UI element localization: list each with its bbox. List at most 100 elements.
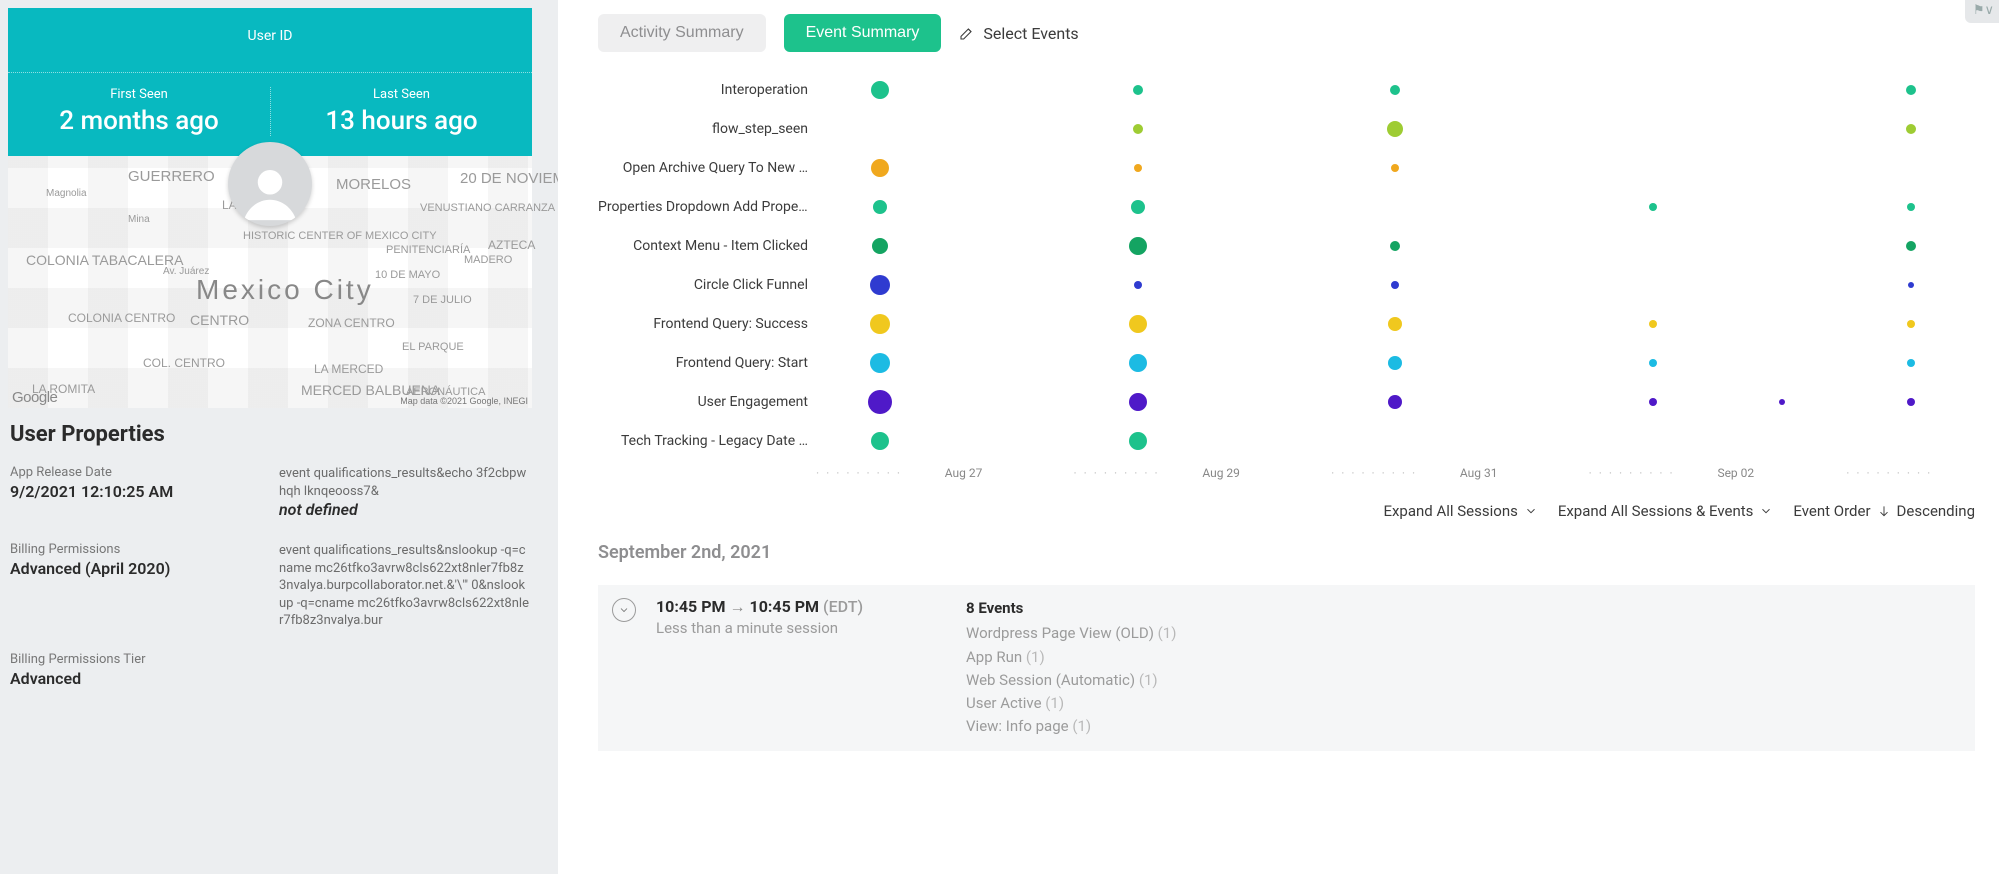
- chart-dot[interactable]: [1779, 399, 1785, 405]
- chart-row-label: Frontend Query: Success: [598, 316, 816, 332]
- session-events: 8 Events Wordpress Page View (OLD) (1)Ap…: [966, 597, 1955, 739]
- chart-dot[interactable]: [1388, 356, 1402, 370]
- session-event-item[interactable]: App Run (1): [966, 646, 1955, 669]
- chart-dot[interactable]: [1134, 164, 1142, 172]
- select-events-button[interactable]: Select Events: [959, 24, 1078, 43]
- chart-row: [816, 191, 1975, 223]
- chart-dot[interactable]: [1649, 203, 1657, 211]
- chart-dot[interactable]: [1134, 281, 1142, 289]
- chevron-down-icon: [1759, 504, 1773, 518]
- property-label: App Release Date: [10, 465, 261, 480]
- chart-dot[interactable]: [1129, 315, 1147, 333]
- property-label: Billing Permissions: [10, 542, 261, 557]
- map-label: MORELOS: [336, 176, 411, 193]
- chart-row: [816, 269, 1975, 301]
- expand-all-sessions[interactable]: Expand All Sessions: [1383, 502, 1537, 520]
- chart-dot[interactable]: [872, 238, 888, 254]
- session-event-item[interactable]: View: Info page (1): [966, 715, 1955, 738]
- right-panel: ⚑∨ Activity Summary Event Summary Select…: [558, 0, 1999, 874]
- map-label: GUERRERO: [128, 168, 215, 185]
- property-cell: event qualifications_results&echo 3f2cbp…: [279, 465, 530, 520]
- chart-row: [816, 113, 1975, 145]
- map-label: MADERO: [464, 254, 512, 266]
- last-seen-value: 13 hours ago: [271, 106, 532, 136]
- window-flag-chip[interactable]: ⚑∨: [1965, 0, 1999, 23]
- chart-row-label: Frontend Query: Start: [598, 355, 816, 371]
- chart-dot[interactable]: [870, 314, 890, 334]
- chart-row-label: Open Archive Query To New …: [598, 160, 816, 176]
- property-value: Advanced (April 2020): [10, 559, 261, 579]
- session-expand-toggle[interactable]: [612, 598, 636, 622]
- map-label: COLONIA TABACALERA: [26, 252, 183, 268]
- session-events-count: 8 Events: [966, 597, 1955, 620]
- avatar: [228, 142, 312, 226]
- chart-dot[interactable]: [1907, 359, 1915, 367]
- chart-dot[interactable]: [1387, 121, 1403, 137]
- chart-dot[interactable]: [1906, 241, 1916, 251]
- session-event-item[interactable]: Web Session (Automatic) (1): [966, 669, 1955, 692]
- chart-dot[interactable]: [1907, 320, 1915, 328]
- chart-dot[interactable]: [1649, 398, 1657, 406]
- chart-dot[interactable]: [1907, 203, 1915, 211]
- chart-row: [816, 386, 1975, 418]
- axis-tick: Aug 31: [1460, 466, 1589, 480]
- chart-dot[interactable]: [1133, 124, 1143, 134]
- tab-event-summary[interactable]: Event Summary: [784, 14, 942, 52]
- chart-dot[interactable]: [1129, 237, 1147, 255]
- property-value: Advanced: [10, 669, 261, 689]
- chart-row: [816, 230, 1975, 262]
- property-label: Billing Permissions Tier: [10, 652, 261, 667]
- pencil-icon: [959, 25, 975, 41]
- chart-dot[interactable]: [1907, 398, 1915, 406]
- chart-dot[interactable]: [1391, 164, 1399, 172]
- tab-activity-summary[interactable]: Activity Summary: [598, 14, 766, 52]
- map-label: EL PARQUE: [402, 341, 464, 353]
- chart-dot[interactable]: [1649, 320, 1657, 328]
- session-event-item[interactable]: Wordpress Page View (OLD) (1): [966, 622, 1955, 645]
- bubble-chart: Interoperationflow_step_seenOpen Archive…: [598, 74, 1975, 480]
- chart-row-label: Tech Tracking - Legacy Date …: [598, 433, 816, 449]
- chart-row-label: Context Menu - Item Clicked: [598, 238, 816, 254]
- chart-dot[interactable]: [1129, 393, 1147, 411]
- avatar-icon: [235, 156, 305, 226]
- chart-dot[interactable]: [868, 390, 892, 414]
- chart-dot[interactable]: [1391, 281, 1399, 289]
- chart-dot[interactable]: [1906, 124, 1916, 134]
- chart-dot[interactable]: [1388, 395, 1402, 409]
- chart-dot[interactable]: [870, 275, 890, 295]
- expand-all-sessions-events[interactable]: Expand All Sessions & Events: [1558, 502, 1774, 520]
- chart-dot[interactable]: [1388, 317, 1402, 331]
- session-event-item[interactable]: User Active (1): [966, 692, 1955, 715]
- property-cell: Billing Permissions Tier Advanced: [10, 652, 261, 689]
- chart-dot[interactable]: [1908, 282, 1914, 288]
- chart-dot[interactable]: [1390, 85, 1400, 95]
- property-cell: [279, 652, 530, 689]
- property-cell: App Release Date9/2/2021 12:10:25 AM: [10, 465, 261, 520]
- chart-dot[interactable]: [873, 200, 887, 214]
- chart-dot[interactable]: [871, 432, 889, 450]
- axis-tick: [1589, 466, 1718, 480]
- chart-dot[interactable]: [1129, 432, 1147, 450]
- map-label: LA MERCED: [314, 362, 383, 376]
- chart-row-label: Circle Click Funnel: [598, 277, 816, 293]
- map-label: 7 DE JULIO: [413, 294, 472, 306]
- chart-row-label: Properties Dropdown Add Property: [598, 199, 816, 215]
- chart-dot[interactable]: [1906, 85, 1916, 95]
- chart-dot[interactable]: [1390, 241, 1400, 251]
- map-label: HISTORIC CENTER OF MEXICO CITY: [243, 230, 437, 242]
- chart-dot[interactable]: [871, 159, 889, 177]
- property-cell: Billing Permissions Advanced (April 2020): [10, 542, 261, 630]
- map-label: Mina: [128, 214, 150, 225]
- user-properties-title: User Properties: [10, 422, 530, 447]
- chart-dot[interactable]: [1131, 200, 1145, 214]
- axis-tick: Sep 02: [1717, 466, 1846, 480]
- arrow-down-icon: [1877, 504, 1891, 518]
- first-seen-label: First Seen: [8, 87, 270, 102]
- chart-dot[interactable]: [871, 81, 889, 99]
- event-order[interactable]: Event Order Descending: [1793, 502, 1975, 520]
- chart-dot[interactable]: [870, 353, 890, 373]
- chart-dot[interactable]: [1649, 359, 1657, 367]
- chart-dot[interactable]: [1129, 354, 1147, 372]
- chart-dot[interactable]: [1133, 85, 1143, 95]
- session-time-range: 10:45 PM→10:45 PM (EDT): [656, 597, 956, 617]
